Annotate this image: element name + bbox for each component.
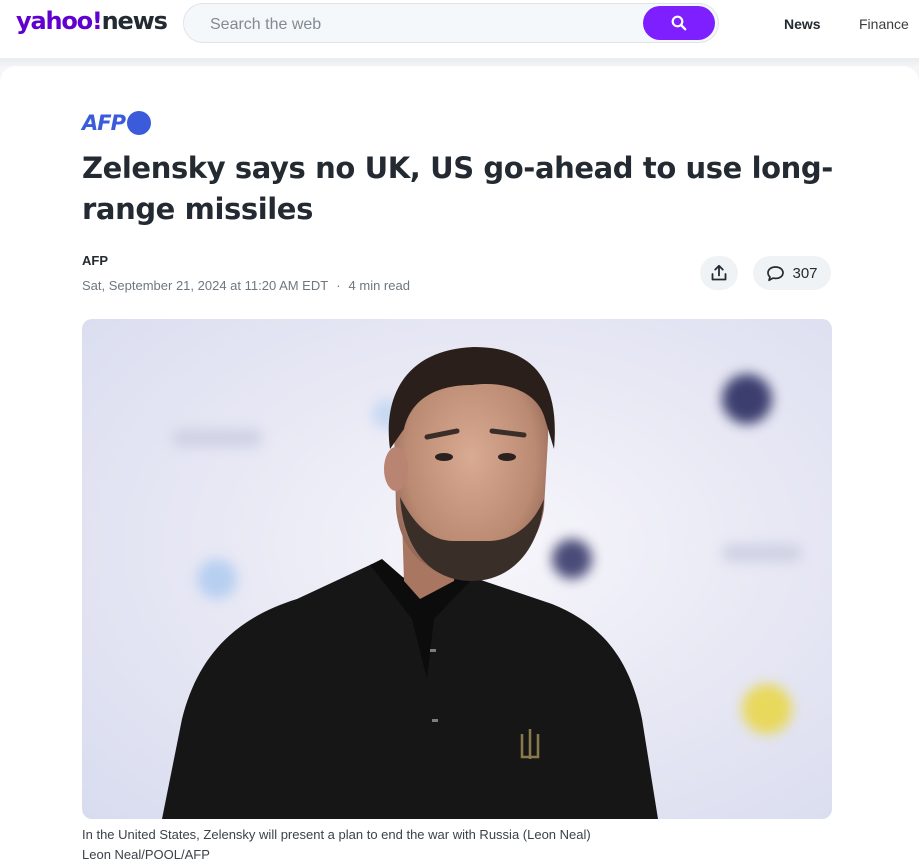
search-input[interactable] bbox=[208, 13, 632, 37]
nav-news[interactable]: News bbox=[784, 16, 821, 32]
afp-logo-dot bbox=[127, 111, 151, 135]
comment-count: 307 bbox=[792, 264, 818, 282]
article-headline: Zelensky says no UK, US go-ahead to use … bbox=[82, 151, 833, 226]
comment-icon bbox=[767, 265, 785, 281]
afp-source-logo[interactable]: AFP bbox=[82, 110, 151, 136]
site-header: yahoo!news News Finance bbox=[0, 0, 919, 58]
read-time: 4 min read bbox=[348, 278, 410, 293]
share-icon bbox=[711, 264, 727, 281]
share-button[interactable] bbox=[700, 256, 738, 290]
photo-credit: Leon Neal/POOL/AFP bbox=[82, 847, 210, 862]
article-author[interactable]: AFP bbox=[82, 253, 108, 268]
search-button[interactable] bbox=[643, 6, 715, 40]
article-card: AFP Zelensky says no UK, US go-ahead to … bbox=[0, 66, 919, 867]
photo-caption-block: In the United States, Zelensky will pres… bbox=[82, 825, 591, 865]
nav-finance[interactable]: Finance bbox=[859, 16, 909, 32]
search-bar bbox=[183, 3, 719, 43]
logo-yahoo: yahoo! bbox=[16, 7, 103, 35]
article-dateline: Sat, September 21, 2024 at 11:20 AM EDT ·… bbox=[82, 278, 410, 293]
logo-news: news bbox=[101, 7, 168, 35]
comments-button[interactable]: 307 bbox=[753, 256, 831, 290]
person-silhouette bbox=[162, 347, 658, 819]
afp-logo-text: AFP bbox=[82, 111, 126, 135]
dateline-separator: · bbox=[336, 278, 341, 293]
publish-date: Sat, September 21, 2024 at 11:20 AM EDT bbox=[82, 278, 329, 293]
search-icon bbox=[671, 15, 687, 31]
photo-caption: In the United States, Zelensky will pres… bbox=[82, 827, 591, 842]
yahoo-news-logo[interactable]: yahoo!news bbox=[16, 7, 168, 35]
article-photo[interactable] bbox=[82, 319, 832, 819]
